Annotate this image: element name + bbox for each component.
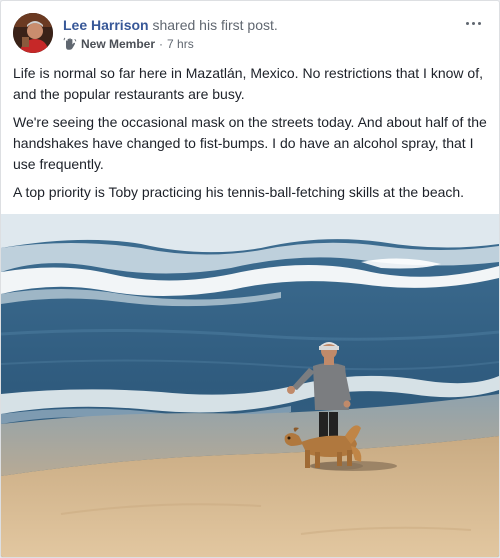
- post-meta: Lee Harrison shared his first post. New …: [63, 16, 447, 52]
- member-badge-label[interactable]: New Member: [81, 36, 155, 52]
- more-options-dot-icon: [477, 21, 481, 25]
- meta-separator: ·: [159, 37, 164, 51]
- post-paragraph: A top priority is Toby practicing his te…: [13, 184, 465, 200]
- avatar[interactable]: [13, 13, 53, 53]
- more-options-button[interactable]: [459, 13, 487, 33]
- post-action-text: shared his first post.: [152, 17, 278, 33]
- post-header: Lee Harrison shared his first post. New …: [13, 13, 487, 55]
- post-headline: Lee Harrison shared his first post.: [63, 16, 447, 34]
- wave-hand-icon: [63, 37, 77, 51]
- post-body: Life is normal so far here in Mazatlán, …: [13, 63, 489, 210]
- post-subline: New Member · 7 hrs: [63, 36, 447, 52]
- post-timestamp[interactable]: 7 hrs: [167, 36, 194, 52]
- more-options-dot-icon: [465, 21, 469, 25]
- beach-photo: [1, 214, 499, 557]
- post-card: Lee Harrison shared his first post. New …: [0, 0, 500, 558]
- post-paragraph: Life is normal so far here in Mazatlán, …: [13, 65, 483, 102]
- author-name-link[interactable]: Lee Harrison: [63, 17, 149, 33]
- avatar-image: [13, 13, 53, 53]
- post-paragraph: We're seeing the occasional mask on the …: [13, 114, 487, 172]
- more-options-dot-icon: [471, 21, 475, 25]
- post-photo[interactable]: [1, 214, 499, 557]
